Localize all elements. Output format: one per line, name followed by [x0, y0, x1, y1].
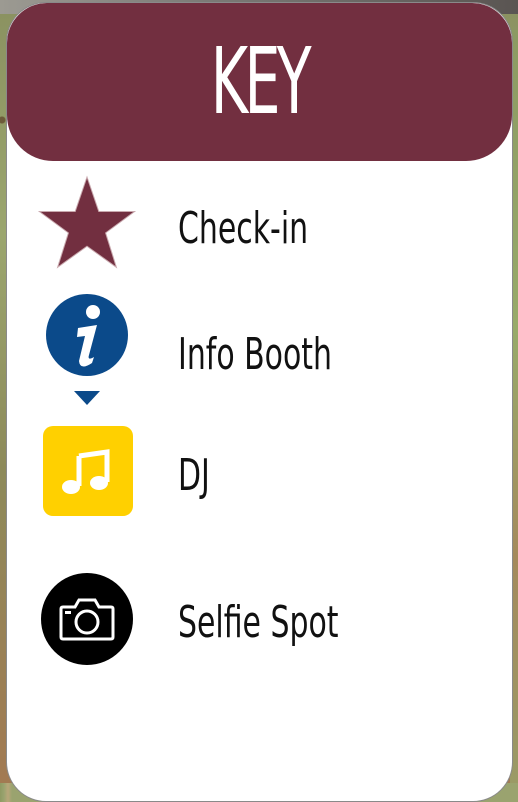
star-icon: [37, 175, 137, 275]
map-key-card: KEY Check-in Info Booth DJ Selfie Spot: [6, 2, 513, 802]
key-header: KEY: [7, 3, 512, 161]
legend-item-info-booth: Info Booth: [7, 293, 512, 405]
legend-item-dj: DJ: [7, 421, 512, 521]
music-note-icon: [37, 421, 139, 521]
legend-label-selfie-spot: Selfie Spot: [178, 597, 339, 648]
key-title: KEY: [210, 28, 312, 135]
legend-label-dj: DJ: [178, 450, 210, 501]
legend-item-selfie-spot: Selfie Spot: [7, 569, 512, 669]
camera-icon: [37, 569, 137, 669]
info-pin-icon: [37, 293, 137, 411]
legend-label-check-in: Check-in: [178, 203, 309, 254]
legend-label-info-booth: Info Booth: [178, 329, 332, 380]
legend-item-check-in: Check-in: [7, 175, 512, 275]
